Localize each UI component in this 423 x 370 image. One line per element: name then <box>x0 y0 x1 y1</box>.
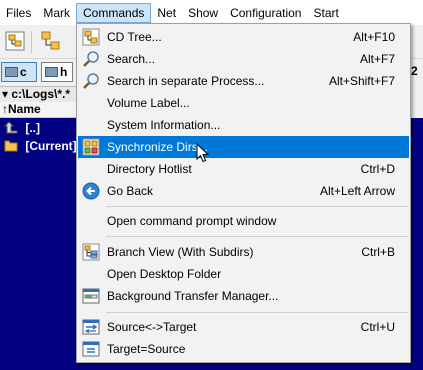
menu-item-cd-tree[interactable]: CD Tree... Alt+F10 <box>78 26 409 48</box>
menu-item-shortcut: Ctrl+U <box>360 320 395 334</box>
menu-item-shortcut: Alt+F7 <box>359 52 395 66</box>
drive-button-h[interactable]: h <box>41 62 73 82</box>
magnifier-icon <box>83 73 99 89</box>
mouse-cursor-icon <box>196 143 210 163</box>
branch-view-icon <box>82 243 100 261</box>
menu-item-search-separate-process[interactable]: Search in separate Process... Alt+Shift+… <box>78 70 409 92</box>
menu-item-open-command-prompt[interactable]: Open command prompt window <box>78 210 409 232</box>
menu-separator <box>106 312 408 313</box>
menu-item-background-transfer-manager[interactable]: Background Transfer Manager... <box>78 285 409 307</box>
menu-files[interactable]: Files <box>0 3 37 23</box>
sync-dirs-icon <box>82 138 100 156</box>
menu-item-search[interactable]: Search... Alt+F7 <box>78 48 409 70</box>
drive-icon <box>5 67 18 77</box>
menu-item-label: CD Tree... <box>107 30 162 44</box>
menu-item-shortcut: Alt+Left Arrow <box>319 184 395 198</box>
folder-icon <box>4 140 18 152</box>
file-row-parent[interactable]: [..] <box>0 119 40 137</box>
menu-item-target-equals-source[interactable]: Target=Source <box>78 338 409 360</box>
menu-item-label: Background Transfer Manager... <box>107 289 279 303</box>
menu-separator <box>106 236 408 237</box>
menu-start[interactable]: Start <box>307 3 344 23</box>
menu-mark[interactable]: Mark <box>37 3 76 23</box>
menu-net[interactable]: Net <box>151 3 182 23</box>
file-row-current[interactable]: [Current] <box>0 137 77 155</box>
menu-item-label: Open command prompt window <box>107 214 277 228</box>
menu-item-label: Volume Label... <box>107 96 190 110</box>
menu-commands[interactable]: Commands <box>76 2 152 23</box>
path-bar[interactable]: ▾ c:\Logs\*.* <box>0 86 78 102</box>
menu-item-directory-hotlist[interactable]: Directory Hotlist Ctrl+D <box>78 158 409 180</box>
menu-item-volume-label[interactable]: Volume Label... <box>78 92 409 114</box>
menu-item-open-desktop-folder[interactable]: Open Desktop Folder <box>78 263 409 285</box>
tree-icon[interactable] <box>40 30 62 52</box>
drive-icon <box>45 67 58 77</box>
up-folder-icon <box>4 121 18 134</box>
column-header-name[interactable]: ↑Name <box>0 102 78 118</box>
refresh-icon[interactable] <box>4 30 26 52</box>
menu-item-synchronize-dirs[interactable]: Synchronize Dirs... <box>78 136 409 158</box>
menu-configuration[interactable]: Configuration <box>224 3 307 23</box>
menu-item-label: Search... <box>107 52 156 66</box>
right-panel-partial-text: 2 <box>411 64 418 78</box>
menu-show[interactable]: Show <box>182 3 224 23</box>
toolbar-divider <box>31 31 32 53</box>
drive-letter: h <box>60 65 68 79</box>
menu-item-label: Synchronize Dirs... <box>107 140 208 154</box>
target-equals-source-icon <box>82 341 100 357</box>
menu-item-source-target-swap[interactable]: Source<->Target Ctrl+U <box>78 316 409 338</box>
drive-button-c[interactable]: c <box>1 62 37 82</box>
commands-menu: CD Tree... Alt+F10 Search... Alt+F7 Sear… <box>76 23 411 363</box>
menu-item-shortcut: Alt+F10 <box>353 30 395 44</box>
transfer-manager-icon <box>82 288 100 304</box>
menu-item-label: Open Desktop Folder <box>107 267 222 281</box>
menu-item-label: Branch View (With Subdirs) <box>107 245 254 259</box>
swap-panels-icon <box>82 319 100 335</box>
magnifier-icon <box>83 51 99 67</box>
drive-letter: c <box>20 65 27 79</box>
file-row-label: [Current] <box>25 139 77 153</box>
menu-item-label: System Information... <box>107 118 221 132</box>
menu-separator <box>106 206 408 207</box>
menu-item-label: Search in separate Process... <box>107 74 265 88</box>
menu-item-system-information[interactable]: System Information... <box>78 114 409 136</box>
menu-item-go-back[interactable]: Go Back Alt+Left Arrow <box>78 180 409 202</box>
menu-item-shortcut: Ctrl+B <box>361 245 395 259</box>
menu-item-label: Go Back <box>107 184 154 198</box>
file-row-label: [..] <box>25 121 41 135</box>
menu-bar: Files Mark Commands Net Show Configurati… <box>0 0 423 25</box>
menu-item-label: Target=Source <box>107 342 186 356</box>
menu-item-branch-view[interactable]: Branch View (With Subdirs) Ctrl+B <box>78 241 409 263</box>
menu-item-shortcut: Alt+Shift+F7 <box>328 74 395 88</box>
menu-item-label: Directory Hotlist <box>107 162 192 176</box>
tree-icon <box>82 28 100 46</box>
menu-item-shortcut: Ctrl+D <box>360 162 395 176</box>
menu-item-label: Source<->Target <box>107 320 197 334</box>
back-arrow-icon <box>82 182 100 200</box>
